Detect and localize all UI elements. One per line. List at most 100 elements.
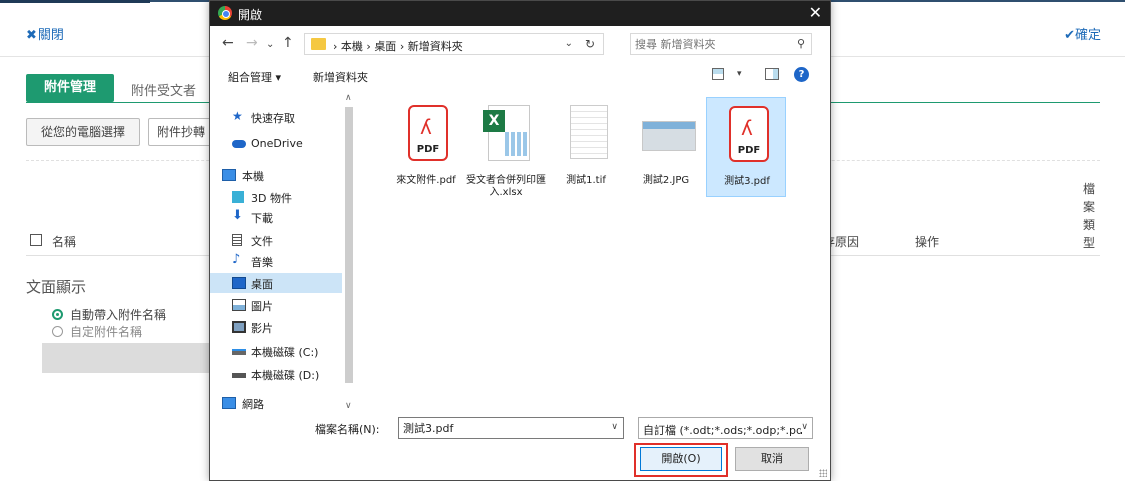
view-mode-chevron-icon[interactable]: ▾ [737, 69, 742, 79]
radio-auto-name-label[interactable]: 自動帶入附件名稱 [70, 306, 166, 323]
sidebar-item-drive-d[interactable]: 本機磁碟 (D:) [210, 364, 330, 384]
confirm-link[interactable]: ✔確定 [1064, 24, 1101, 43]
star-icon: ★ [232, 109, 243, 123]
tab-attachment-management[interactable]: 附件管理 [26, 74, 114, 102]
file-thumbnail: ʎ PDF [398, 103, 454, 171]
breadcrumb-item[interactable]: 桌面 [374, 40, 396, 53]
up-arrow-icon[interactable]: ↑ [282, 35, 294, 51]
pdf-badge: PDF [737, 145, 761, 156]
choose-from-pc-button[interactable]: 從您的電腦選擇 [26, 118, 140, 146]
sidebar-item-videos[interactable]: 影片 [210, 317, 330, 337]
cancel-button[interactable]: 取消 [735, 447, 809, 471]
column-header-name: 名稱 [52, 235, 77, 249]
file-thumbnail [638, 103, 696, 171]
acrobat-swirl-icon: ʎ [420, 115, 432, 139]
breadcrumb-item[interactable]: 本機 [341, 40, 363, 53]
dialog-title: 開啟 [238, 8, 263, 22]
navigation-scrollbar[interactable]: ∧ ∨ [342, 93, 356, 411]
sidebar-item-label: 網路 [242, 398, 264, 411]
resize-grip-icon[interactable] [819, 469, 827, 477]
view-mode-icon[interactable] [712, 68, 724, 80]
network-icon [222, 397, 236, 409]
close-link[interactable]: ✖關閉 [26, 24, 64, 43]
sidebar-item-label: 3D 物件 [251, 192, 292, 205]
address-row: ← → ⌄ ↑ › 本機 › 桌面 › 新增資料夾 ⌄ ↻ ⚲ [210, 31, 830, 57]
file-type-chevron-icon: ∨ [801, 422, 808, 432]
sidebar-item-network[interactable]: 網路 [210, 393, 330, 411]
organize-menu[interactable]: 組合管理 ▾ [228, 69, 281, 85]
sidebar-item-label: 本機磁碟 (C:) [251, 346, 319, 359]
dialog-toolbar: 組合管理 ▾ 新增資料夾 ▾ ? [210, 63, 830, 87]
sidebar-item-pictures[interactable]: 圖片 [210, 295, 330, 315]
confirm-label: 確定 [1074, 28, 1101, 43]
file-item-pdf-selected[interactable]: ʎ PDF 測試3.pdf [706, 97, 786, 197]
drive-c-icon [232, 349, 246, 355]
address-bar[interactable]: › 本機 › 桌面 › 新增資料夾 ⌄ ↻ [304, 33, 604, 55]
sidebar-item-label: OneDrive [251, 137, 303, 150]
file-type-select[interactable]: 自訂檔 (*.odt;*.ods;*.odp;*.pd ∨ [638, 417, 813, 439]
breadcrumb: › 本機 › 桌面 › 新增資料夾 [333, 38, 463, 54]
file-thumbnail [558, 103, 614, 171]
attachment-cc-button[interactable]: 附件抄轉 [148, 118, 218, 146]
open-button[interactable]: 開啟(O) [640, 447, 722, 471]
radio-custom-name[interactable] [52, 326, 63, 337]
preview-pane-icon[interactable] [765, 68, 779, 80]
dialog-close-button[interactable]: ✕ [809, 3, 822, 22]
recent-locations-chevron-icon[interactable]: ⌄ [266, 39, 274, 50]
scroll-up-icon[interactable]: ∧ [345, 93, 352, 103]
sidebar-item-onedrive[interactable]: OneDrive [210, 134, 330, 154]
sidebar-item-3d-objects[interactable]: 3D 物件 [210, 187, 330, 207]
file-name: 測試1.tif [566, 175, 606, 186]
search-icon: ⚲ [796, 37, 805, 50]
breadcrumb-item[interactable]: 新增資料夾 [408, 40, 463, 53]
file-item-pdf[interactable]: ʎ PDF 來文附件.pdf [386, 97, 466, 197]
sidebar-item-documents[interactable]: 文件 [210, 230, 330, 250]
search-box[interactable]: ⚲ [630, 33, 812, 55]
sidebar-item-label: 影片 [251, 322, 273, 335]
sidebar-item-label: 下載 [251, 212, 273, 225]
filename-dropdown-chevron-icon[interactable]: ∨ [611, 422, 618, 432]
open-file-dialog: 開啟 ✕ ← → ⌄ ↑ › 本機 › 桌面 › 新增資料夾 ⌄ ↻ ⚲ 組合管… [209, 0, 831, 481]
file-name: 測試3.pdf [724, 176, 770, 187]
sidebar-item-label: 音樂 [251, 256, 273, 269]
sidebar-item-desktop[interactable]: 桌面 [210, 273, 342, 293]
file-thumbnail: X [478, 103, 534, 171]
filename-input[interactable] [403, 421, 593, 435]
sidebar-item-downloads[interactable]: ⬇ 下載 [210, 207, 330, 227]
computer-icon [222, 169, 236, 181]
cube-icon [232, 191, 244, 203]
radio-custom-name-label[interactable]: 自定附件名稱 [70, 323, 142, 340]
scrollbar-thumb[interactable] [345, 107, 353, 383]
sidebar-item-quick-access[interactable]: ★ 快速存取 [210, 107, 330, 127]
close-x-icon: ✖ [26, 28, 37, 43]
sidebar-item-music[interactable]: ♪ 音樂 [210, 251, 330, 271]
file-item-jpg[interactable]: 測試2.JPG [626, 97, 706, 197]
file-item-xlsx[interactable]: X 受文者合併列印匯入.xlsx [466, 97, 546, 198]
dialog-title-bar[interactable]: 開啟 ✕ [210, 1, 830, 26]
file-name: 來文附件.pdf [396, 175, 456, 186]
select-all-checkbox[interactable] [30, 234, 42, 246]
file-item-tif[interactable]: 測試1.tif [546, 97, 626, 197]
excel-badge: X [483, 110, 505, 132]
document-icon [232, 234, 242, 246]
custom-name-field [42, 343, 214, 373]
forward-arrow-icon[interactable]: → [246, 35, 258, 51]
breadcrumb-separator: › [399, 40, 405, 53]
help-icon[interactable]: ? [794, 67, 809, 82]
breadcrumb-separator: › [333, 40, 338, 53]
new-folder-button[interactable]: 新增資料夾 [313, 69, 368, 85]
filename-combobox[interactable]: ∨ [398, 417, 624, 439]
refresh-icon[interactable]: ↻ [585, 37, 595, 51]
pdf-file-icon: ʎ PDF [408, 105, 448, 161]
desktop-icon [232, 277, 246, 289]
address-dropdown-chevron-icon[interactable]: ⌄ [565, 38, 573, 49]
search-input[interactable] [635, 36, 785, 52]
back-arrow-icon[interactable]: ← [222, 35, 234, 51]
chrome-icon [218, 6, 232, 20]
sidebar-item-this-pc[interactable]: 本機 [210, 165, 330, 185]
radio-auto-name[interactable] [52, 309, 63, 320]
sidebar-item-drive-c[interactable]: 本機磁碟 (C:) [210, 341, 330, 361]
scroll-down-icon[interactable]: ∨ [345, 401, 352, 411]
pictures-icon [232, 299, 246, 311]
tab-attachment-recipients[interactable]: 附件受文者 [131, 80, 196, 99]
